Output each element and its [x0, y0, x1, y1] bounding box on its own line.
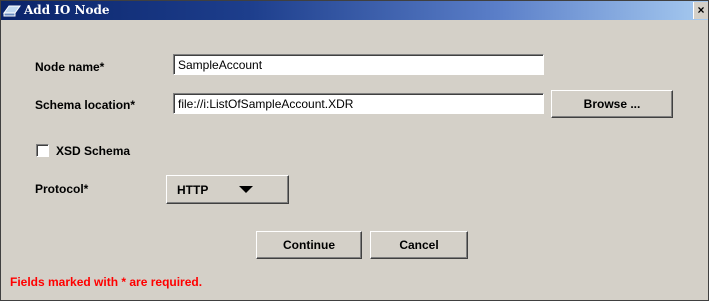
chevron-down-icon [239, 186, 253, 193]
xsd-schema-checkbox[interactable] [36, 144, 49, 157]
xsd-schema-label: XSD Schema [56, 144, 131, 158]
window-icon [3, 3, 21, 18]
protocol-label: Protocol* [35, 182, 89, 196]
schema-location-label: Schema location* [35, 98, 136, 112]
protocol-selected-value: HTTP [177, 183, 209, 197]
close-button[interactable]: × [693, 2, 708, 19]
node-name-label: Node name* [35, 60, 105, 74]
schema-location-input[interactable] [173, 93, 544, 114]
title-bar[interactable]: Add IO Node × [1, 1, 708, 20]
required-fields-note: Fields marked with * are required. [10, 275, 203, 289]
cancel-button[interactable]: Cancel [370, 231, 468, 259]
add-io-node-dialog: Add IO Node × Node name* Schema location… [0, 0, 709, 301]
browse-button[interactable]: Browse ... [551, 90, 673, 118]
continue-button[interactable]: Continue [256, 231, 362, 259]
dialog-title: Add IO Node [24, 3, 110, 17]
node-name-input[interactable] [173, 54, 544, 75]
protocol-select[interactable]: HTTP [166, 175, 289, 204]
